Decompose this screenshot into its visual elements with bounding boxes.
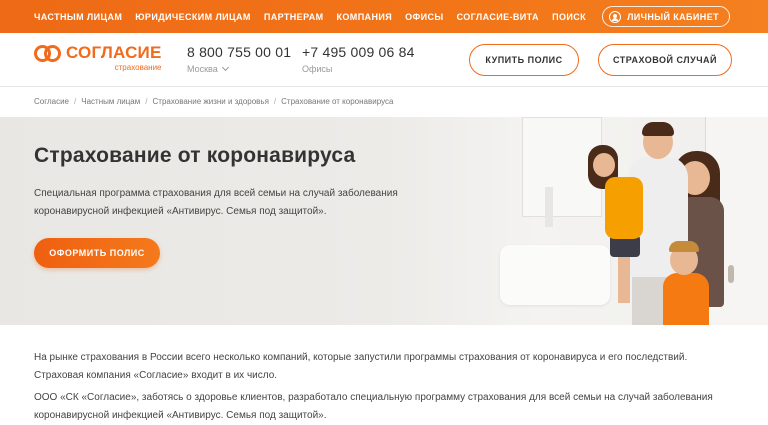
- breadcrumb-separator: /: [74, 97, 77, 106]
- father-hair: [642, 122, 674, 136]
- paragraph: ООО «СК «Согласие», заботясь о здоровье …: [34, 392, 713, 421]
- top-navigation-bar: ЧАСТНЫМ ЛИЦАМ ЮРИДИЧЕСКИМ ЛИЦАМ ПАРТНЕРА…: [0, 0, 768, 33]
- hero-banner: Страхование от коронавируса Специальная …: [0, 117, 768, 325]
- boy-figure: [663, 273, 709, 325]
- user-icon: [609, 10, 622, 23]
- topnav-partners[interactable]: ПАРТНЕРАМ: [264, 12, 324, 22]
- girl-face: [593, 153, 615, 177]
- logo-name: СОГЛАСИЕ: [66, 43, 162, 62]
- article-content: На рынке страхования в России всего неск…: [34, 349, 724, 425]
- topnav-offices[interactable]: ОФИСЫ: [405, 12, 443, 22]
- logo[interactable]: СОГЛАСИЕ страхование: [34, 43, 162, 72]
- topnav-company[interactable]: КОМПАНИЯ: [337, 12, 393, 22]
- breadcrumb: Согласие / Частным лицам / Страхование ж…: [34, 97, 393, 106]
- top-nav: ЧАСТНЫМ ЛИЦАМ ЮРИДИЧЕСКИМ ЛИЦАМ ПАРТНЕРА…: [0, 0, 552, 33]
- insurance-claim-button[interactable]: СТРАХОВОЙ СЛУЧАЙ: [598, 44, 732, 76]
- offices-label: Офисы: [302, 64, 333, 74]
- search-link[interactable]: ПОИСК: [552, 12, 586, 22]
- topnav-soglasie-vita[interactable]: СОГЛАСИЕ-ВИТА: [457, 12, 539, 22]
- phone-offices: +7 495 009 06 84 Офисы: [302, 44, 415, 74]
- personal-cabinet-label: ЛИЧНЫЙ КАБИНЕТ: [627, 11, 719, 22]
- site-header: СОГЛАСИЕ страхование 8 800 755 00 01 Мос…: [0, 33, 768, 87]
- topbar-right: ПОИСК ЛИЧНЫЙ КАБИНЕТ: [552, 0, 730, 33]
- breadcrumb-separator: /: [145, 97, 148, 106]
- door-handle: [728, 265, 734, 283]
- city-selector[interactable]: Москва: [187, 63, 291, 74]
- breadcrumb-item[interactable]: Частным лицам: [81, 97, 140, 106]
- breadcrumb-item[interactable]: Страхование жизни и здоровья: [153, 97, 269, 106]
- chevron-down-icon: [221, 63, 229, 72]
- logo-subtitle: страхование: [114, 63, 162, 72]
- family-photo: [460, 117, 768, 325]
- breadcrumb-current: Страхование от коронавируса: [281, 97, 394, 106]
- logo-text: СОГЛАСИЕ страхование: [66, 43, 162, 72]
- boy-hair: [669, 241, 699, 252]
- breadcrumb-item[interactable]: Согласие: [34, 97, 69, 106]
- buy-policy-button[interactable]: КУПИТЬ ПОЛИС: [469, 44, 579, 76]
- hero-description: Специальная программа страхования для вс…: [34, 188, 398, 217]
- topnav-private-persons[interactable]: ЧАСТНЫМ ЛИЦАМ: [34, 12, 122, 22]
- girl-leg: [618, 253, 630, 303]
- logo-rings-icon: [34, 43, 62, 65]
- phone-moscow-number[interactable]: 8 800 755 00 01: [187, 44, 291, 61]
- personal-cabinet-button[interactable]: ЛИЧНЫЙ КАБИНЕТ: [602, 6, 730, 27]
- girl-figure: [605, 177, 643, 239]
- phone-offices-number[interactable]: +7 495 009 06 84: [302, 44, 415, 61]
- page-title: Страхование от коронавируса: [34, 144, 356, 167]
- paragraph: На рынке страхования в России всего неск…: [34, 352, 688, 381]
- phone-moscow: 8 800 755 00 01 Москва: [187, 44, 291, 74]
- topnav-legal-entities[interactable]: ЮРИДИЧЕСКИМ ЛИЦАМ: [135, 12, 251, 22]
- background-sofa: [500, 245, 610, 305]
- city-selector-label: Москва: [187, 64, 218, 74]
- apply-policy-button[interactable]: ОФОРМИТЬ ПОЛИС: [34, 238, 160, 268]
- background-lamp: [545, 187, 553, 227]
- breadcrumb-separator: /: [273, 97, 277, 106]
